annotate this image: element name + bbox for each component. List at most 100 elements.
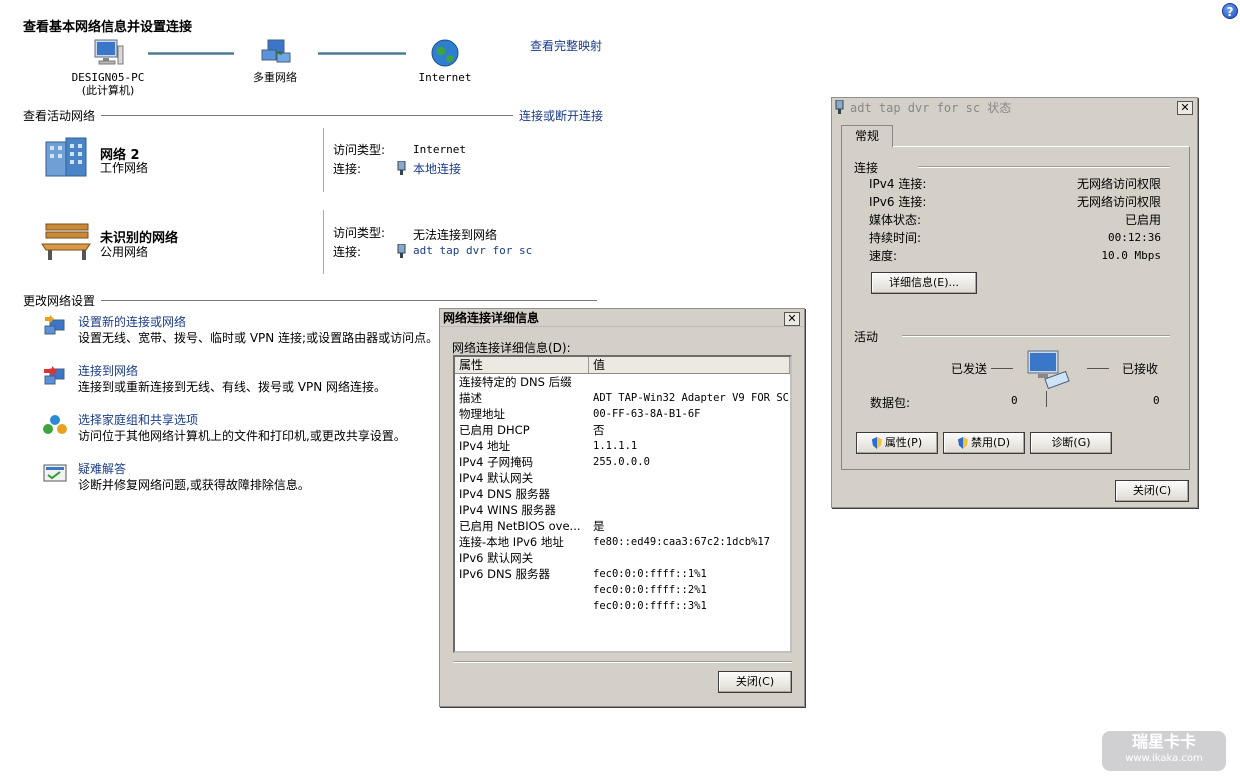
table-row[interactable]: IPv4 DNS 服务器 xyxy=(455,486,790,502)
diagnose-button[interactable]: 诊断(G) xyxy=(1030,432,1112,454)
connect-disconnect-link[interactable]: 连接或断开连接 xyxy=(519,107,603,124)
detail-rows: 连接特定的 DNS 后缀 描述 ADT TAP-Win32 Adapter V9 … xyxy=(455,374,790,614)
connection-status-rows: IPv4 连接: 无网络访问权限 IPv6 连接: 无网络访问权限 媒体状态: 已启用… xyxy=(869,175,1161,265)
table-row[interactable]: 已启用 DHCP 否 xyxy=(455,422,790,438)
table-row[interactable]: IPv6 DNS 服务器 fec0:0:0:ffff::1%1 xyxy=(455,566,790,582)
status-row-speed: 速度: 10.0 Mbps xyxy=(869,247,1161,265)
task-title[interactable]: 设置新的连接或网络 xyxy=(78,314,438,330)
dialog-title-bar[interactable]: 网络连接详细信息 xyxy=(440,309,804,327)
details-button[interactable]: 详细信息(E)... xyxy=(871,272,977,294)
status-label: IPv6 连接: xyxy=(869,195,927,209)
access-type-value: Internet xyxy=(413,143,466,156)
packets-label: 数据包: xyxy=(870,396,911,410)
status-label: IPv4 连接: xyxy=(869,177,927,191)
ethernet-icon xyxy=(397,160,406,178)
task-title[interactable]: 连接到网络 xyxy=(78,363,386,379)
task-title[interactable]: 疑难解答 xyxy=(78,461,310,477)
activity-group-label: 活动 xyxy=(854,330,879,344)
close-button[interactable]: 关闭(C) xyxy=(1115,480,1189,502)
row-value xyxy=(589,502,593,518)
status-label: 媒体状态: xyxy=(869,213,922,227)
row-value xyxy=(589,470,593,486)
map-node-internet[interactable]: Internet xyxy=(412,38,478,84)
button-label: 禁用(D) xyxy=(970,436,1011,449)
map-link-line xyxy=(318,52,406,55)
table-row[interactable]: IPv4 WINS 服务器 xyxy=(455,502,790,518)
network-divider xyxy=(323,128,324,192)
row-property: 连接特定的 DNS 后缀 xyxy=(459,375,572,389)
table-row[interactable]: 描述 ADT TAP-Win32 Adapter V9 FOR SC xyxy=(455,390,790,406)
table-row[interactable]: IPv4 子网掩码 255.0.0.0 xyxy=(455,454,790,470)
task-troubleshoot[interactable]: 疑难解答 诊断并修复网络问题,或获得故障排除信息。 xyxy=(42,461,442,493)
task-title[interactable]: 选择家庭组和共享选项 xyxy=(78,412,406,428)
row-value: 255.0.0.0 xyxy=(593,456,650,468)
table-row[interactable]: IPv4 地址 1.1.1.1 xyxy=(455,438,790,454)
task-description: 连接到或重新连接到无线、有线、拨号或 VPN 网络连接。 xyxy=(78,380,387,394)
globe-icon xyxy=(431,39,459,67)
table-row[interactable]: IPv4 默认网关 xyxy=(455,470,790,486)
dialog-title-bar[interactable]: adt tap dvr for sc 状态 xyxy=(832,98,1197,116)
status-row-duration: 持续时间: 00:12:36 xyxy=(869,229,1161,247)
computer-name: DESIGN05-PC xyxy=(71,71,145,84)
table-row[interactable]: 连接-本地 IPv6 地址 fe80::ed49:caa3:67c2:1dcb%1… xyxy=(455,534,790,550)
tap-adapter-connection-link[interactable]: adt tap dvr for sc xyxy=(413,244,532,257)
ethernet-icon xyxy=(835,100,844,114)
packets-received-value: 0 xyxy=(1153,394,1160,407)
details-list[interactable]: 属性 值 连接特定的 DNS 后缀 描述 ADT TAP-Win32 Adapte… xyxy=(453,355,792,653)
dialog-divider xyxy=(453,661,792,663)
computer-icon xyxy=(94,39,124,65)
status-label: 持续时间: xyxy=(869,231,922,245)
active-networks-title: 查看活动网络 xyxy=(23,109,96,123)
internet-label: Internet xyxy=(418,71,472,84)
task-homegroup[interactable]: 选择家庭组和共享选项 访问位于其他网络计算机上的文件和打印机,或更改共享设置。 xyxy=(42,412,442,444)
status-value: 00:12:36 xyxy=(1108,231,1161,244)
table-row[interactable]: 已启用 NetBIOS ove... 是 xyxy=(455,518,790,534)
page-title: 查看基本网络信息并设置连接 xyxy=(23,20,193,35)
computer-subtitle: (此计算机) xyxy=(81,84,135,97)
view-full-map-link[interactable]: 查看完整映射 xyxy=(530,37,602,54)
table-row[interactable]: 物理地址 00-FF-63-8A-B1-6F xyxy=(455,406,790,422)
task-connect-network[interactable]: 连接到网络 连接到或重新连接到无线、有线、拨号或 VPN 网络连接。 xyxy=(42,363,442,395)
close-button[interactable]: 关闭(C) xyxy=(718,671,792,693)
table-row[interactable]: fec0:0:0:ffff::2%1 xyxy=(455,582,790,598)
status-row-media: 媒体状态: 已启用 xyxy=(869,211,1161,229)
tab-general[interactable]: 常规 xyxy=(841,125,893,147)
table-row[interactable]: fec0:0:0:ffff::3%1 xyxy=(455,598,790,614)
access-type-label: 访问类型: xyxy=(333,226,386,240)
homegroup-icon xyxy=(43,415,67,434)
connection-group-label: 连接 xyxy=(854,161,879,175)
sent-label: 已发送 xyxy=(951,362,988,376)
section-divider xyxy=(101,300,597,301)
row-value xyxy=(589,486,593,502)
tab-panel: 连接 IPv4 连接: 无网络访问权限 IPv6 连接: 无网络访问权限 媒体状态:… xyxy=(841,146,1190,470)
row-property xyxy=(455,598,589,614)
list-header: 属性 值 xyxy=(455,357,790,374)
row-property xyxy=(455,582,589,598)
close-icon[interactable]: ✕ xyxy=(784,312,800,326)
connection-label: 连接: xyxy=(333,162,362,176)
public-network-bench-icon xyxy=(40,220,94,265)
row-value: fec0:0:0:ffff::1%1 xyxy=(593,568,707,580)
help-icon[interactable]: ? xyxy=(1222,3,1238,19)
network-type-link[interactable]: 公用网络 xyxy=(100,243,148,260)
network-type-link[interactable]: 工作网络 xyxy=(100,159,148,176)
table-row[interactable]: IPv6 默认网关 xyxy=(455,550,790,566)
map-link-line xyxy=(148,52,234,55)
row-value: 1.1.1.1 xyxy=(593,440,638,452)
task-description: 设置无线、宽带、拨号、临时或 VPN 连接;或设置路由器或访问点。 xyxy=(78,331,439,345)
multiple-networks-label: 多重网络 xyxy=(253,71,297,84)
row-property: IPv4 默认网关 xyxy=(459,471,534,485)
map-node-computer[interactable]: DESIGN05-PC (此计算机) xyxy=(66,38,150,97)
disable-button[interactable]: 禁用(D) xyxy=(943,432,1025,454)
close-icon[interactable]: ✕ xyxy=(1177,101,1193,115)
local-connection-link[interactable]: 本地连接 xyxy=(413,160,461,177)
table-row[interactable]: 连接特定的 DNS 后缀 xyxy=(455,374,790,390)
access-type-label: 访问类型: xyxy=(333,143,386,157)
column-header-property[interactable]: 属性 xyxy=(455,357,589,373)
properties-button[interactable]: 属性(P) xyxy=(856,432,938,454)
row-value: fec0:0:0:ffff::2%1 xyxy=(593,584,707,596)
row-property: IPv6 默认网关 xyxy=(459,551,534,565)
task-setup-connection[interactable]: 设置新的连接或网络 设置无线、宽带、拨号、临时或 VPN 连接;或设置路由器或访… xyxy=(42,314,442,346)
column-header-value[interactable]: 值 xyxy=(589,357,790,373)
map-node-multiple-networks[interactable]: 多重网络 xyxy=(240,38,310,84)
